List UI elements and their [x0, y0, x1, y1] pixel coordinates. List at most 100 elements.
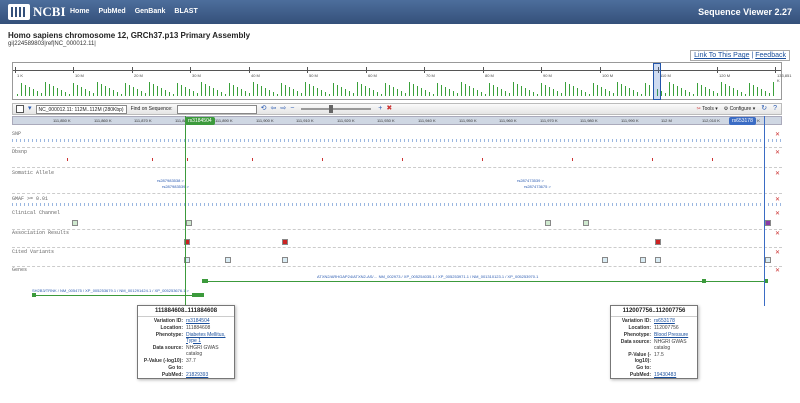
overview-histogram-bar: [685, 90, 686, 96]
overview-histogram-bar: [449, 89, 450, 96]
nav-pubmed[interactable]: PubMed: [98, 8, 125, 15]
clinical-marker[interactable]: [72, 220, 78, 226]
track-panel: SNP ✕ Dbsnp ✕ Somatic Allele ✕ rs2879835…: [12, 125, 782, 305]
cited-marker[interactable]: [765, 257, 771, 263]
dbsnp-marker[interactable]: [572, 158, 573, 161]
close-icon[interactable]: ✕: [775, 249, 780, 256]
feedback-link[interactable]: Feedback: [755, 52, 786, 59]
sequence-select[interactable]: NC_000012.11: 112M..112M (280Kbp): [35, 104, 127, 114]
dbsnp-marker[interactable]: [712, 158, 713, 161]
overview-histogram-bar: [561, 93, 562, 96]
refresh-icon[interactable]: ↻: [761, 105, 767, 113]
cited-marker[interactable]: [282, 257, 288, 263]
gene-sh2b3[interactable]: [32, 295, 202, 296]
ncbi-logo[interactable]: NCBI: [8, 4, 66, 20]
ruler-tick-label: 111,940 K: [418, 118, 436, 123]
overview-histogram-bar: [481, 92, 482, 96]
allele-label[interactable]: rs287473539 >: [517, 178, 544, 183]
back-arrow-icon[interactable]: ⇦: [270, 105, 276, 113]
viewer-toolbar: ▾ NC_000012.11: 112M..112M (280Kbp) Find…: [12, 103, 782, 115]
variant-badge-left[interactable]: rs3184504: [185, 117, 215, 125]
cited-marker[interactable]: [640, 257, 646, 263]
gene-atxn2[interactable]: [202, 281, 767, 282]
dbsnp-marker[interactable]: [322, 158, 323, 161]
overview-histogram-bar: [241, 89, 242, 96]
gene-label-sh2b3[interactable]: SH2B3/TRNK / NM_005475 / XP_005253679.1 …: [32, 288, 189, 293]
close-icon[interactable]: ✕: [775, 149, 780, 156]
clinical-marker[interactable]: [583, 220, 589, 226]
overview-histogram-bar: [229, 83, 230, 96]
overview-histogram-bar: [197, 93, 198, 96]
close-icon[interactable]: ✕: [775, 131, 780, 138]
overview-view-marker[interactable]: [653, 63, 661, 100]
overview-histogram-bar: [761, 89, 762, 96]
zoom-slider[interactable]: [301, 105, 372, 113]
popup-row-link[interactable]: Blood Pressure: [654, 332, 695, 338]
association-marker[interactable]: [655, 239, 661, 245]
zoom-in-icon[interactable]: +: [378, 105, 382, 113]
popup-row-link[interactable]: Diabetes Mellitus, Type 1: [186, 332, 232, 344]
popup-row-link[interactable]: 21829393: [186, 372, 232, 378]
clinical-marker[interactable]: [545, 220, 551, 226]
help-icon[interactable]: ?: [773, 105, 777, 113]
overview-histogram-bar: [733, 88, 734, 96]
nav-home[interactable]: Home: [70, 8, 89, 15]
forward-arrow-icon[interactable]: ⇨: [280, 105, 286, 113]
search-icon[interactable]: ⟲: [261, 105, 267, 113]
nav-genbank[interactable]: GenBank: [135, 8, 166, 15]
overview-histogram-bar: [21, 83, 22, 96]
dbsnp-marker[interactable]: [482, 158, 483, 161]
overview-histogram-bar: [297, 91, 298, 96]
sequence-ruler[interactable]: 111,850 K 111,860 K 111,870 K 111,880 K 111,…: [12, 116, 782, 125]
overview-histogram-bar: [629, 88, 630, 96]
popup-row-link[interactable]: rs3184504: [186, 318, 232, 324]
dbsnp-marker[interactable]: [152, 158, 153, 161]
gene-label-atxn2[interactable]: ATXN2/ARHGAP24/ATXN2-AS/… NM_002973 / XP…: [317, 274, 538, 279]
overview-histogram-bar: [517, 84, 518, 96]
zoom-out-icon[interactable]: −: [290, 105, 294, 113]
allele-label[interactable]: rs287983538 >: [157, 178, 184, 183]
overview-histogram-bar: [381, 94, 382, 96]
cited-marker[interactable]: [655, 257, 661, 263]
close-icon[interactable]: ✕: [775, 267, 780, 274]
dbsnp-marker[interactable]: [652, 158, 653, 161]
find-on-sequence-input[interactable]: [176, 104, 257, 114]
clinical-marker[interactable]: [186, 220, 192, 226]
configure-button[interactable]: ⚙ Configure ▾: [724, 106, 755, 112]
ruler-tick-label: 111,950 K: [459, 118, 477, 123]
cited-marker[interactable]: [225, 257, 231, 263]
zoom-fit-icon[interactable]: ✖: [386, 105, 392, 113]
overview-histogram-bar: [549, 87, 550, 96]
overview-histogram-bar: [465, 84, 466, 96]
cited-marker[interactable]: [602, 257, 608, 263]
popup-row-link[interactable]: rs653178: [654, 318, 695, 324]
variant-badge-right[interactable]: rs653178: [729, 117, 756, 125]
close-icon[interactable]: ✕: [775, 230, 780, 237]
tools-button[interactable]: ✂ Tools ▾: [697, 106, 718, 112]
association-marker[interactable]: [282, 239, 288, 245]
popup-row: Phenotype: Blood Pressure: [611, 331, 697, 338]
link-separator: |: [751, 52, 754, 59]
dbsnp-marker[interactable]: [187, 158, 188, 161]
dbsnp-marker[interactable]: [67, 158, 68, 161]
link-to-page[interactable]: Link To This Page: [694, 52, 749, 59]
dbsnp-marker[interactable]: [402, 158, 403, 161]
nav-blast[interactable]: BLAST: [174, 8, 197, 15]
sequence-dropdown-icon[interactable]: ▾: [28, 105, 32, 113]
overview-histogram-bar: [669, 82, 670, 96]
overview-histogram-bar: [573, 86, 574, 96]
dbsnp-marker[interactable]: [252, 158, 253, 161]
close-icon[interactable]: ✕: [775, 210, 780, 217]
overview-histogram-bar: [617, 82, 618, 96]
chromosome-overview[interactable]: 1 K 10 M 20 M 30 M 40 M 50 M 60 M 70 M 80 M 90 M1…: [12, 62, 791, 100]
overview-histogram-bar: [165, 90, 166, 96]
allele-label[interactable]: rs287473675 >: [524, 184, 551, 189]
overview-histogram-bar: [393, 87, 394, 96]
close-icon[interactable]: ✕: [775, 170, 780, 177]
panel-toggle-checkbox[interactable]: [16, 105, 24, 113]
popup-row-link[interactable]: 19430483: [654, 372, 695, 378]
popup-row-key: Go to:: [168, 364, 183, 371]
overview-histogram-bar: [97, 82, 98, 96]
close-icon[interactable]: ✕: [775, 196, 780, 203]
clinical-marker[interactable]: [765, 220, 771, 226]
